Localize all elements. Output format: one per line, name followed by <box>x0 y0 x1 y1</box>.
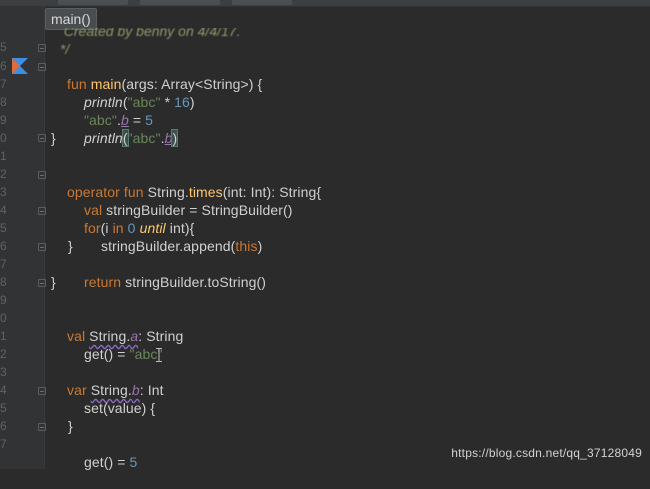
code-line[interactable]: } <box>68 237 73 255</box>
line-number: 0 <box>0 131 7 145</box>
code-line[interactable]: } <box>51 273 56 291</box>
line-number: 8 <box>0 95 7 109</box>
string-literal: "abc" <box>127 130 161 146</box>
line-number: 7 <box>0 437 7 451</box>
line-number: 1 <box>0 329 7 343</box>
line-number: 6 <box>0 239 7 253</box>
text-cursor-icon <box>155 348 163 362</box>
code-line[interactable]: println("abc".b) <box>68 111 179 165</box>
code-text: stringBuilder.append( <box>100 238 236 254</box>
function-call: println <box>83 130 123 146</box>
number-literal: 16 <box>174 94 190 110</box>
line-number: 2 <box>0 347 7 361</box>
fold-marker-icon[interactable] <box>38 44 46 52</box>
fold-marker-icon[interactable] <box>38 63 46 71</box>
gutter-separator <box>44 6 45 469</box>
fold-marker-icon[interactable] <box>38 279 46 287</box>
code-text: get() = <box>83 454 130 470</box>
number-literal: 5 <box>129 454 138 470</box>
line-number: 7 <box>0 257 7 271</box>
fold-marker-icon[interactable] <box>38 387 46 395</box>
line-number: 5 <box>0 40 7 54</box>
keyword: this <box>235 238 258 254</box>
line-number: 7 <box>0 77 7 91</box>
fold-marker-icon[interactable] <box>38 243 46 251</box>
line-number: 9 <box>0 113 7 127</box>
line-number: 5 <box>0 401 7 415</box>
code-editor[interactable]: fun main(args: Array<String>) { println(… <box>51 0 650 470</box>
line-number: 0 <box>0 311 7 325</box>
line-number: 5 <box>0 221 7 235</box>
line-number: 3 <box>0 365 7 379</box>
code-text: stringBuilder.toString() <box>125 274 267 290</box>
line-number: 2 <box>0 167 7 181</box>
line-number: 4 <box>0 203 7 217</box>
line-number: 6 <box>0 419 7 433</box>
code-line[interactable]: } <box>68 417 73 435</box>
line-number: 8 <box>0 275 7 289</box>
fold-marker-icon[interactable] <box>38 134 46 142</box>
code-text: ) <box>189 94 195 110</box>
kotlin-run-icon[interactable] <box>12 58 29 74</box>
code-line[interactable]: return stringBuilder.toString() <box>68 255 266 309</box>
code-text: * <box>160 94 175 110</box>
line-number: 1 <box>0 149 7 163</box>
matched-bracket: ) <box>171 129 179 147</box>
code-line[interactable]: } <box>51 129 56 147</box>
line-number: 4 <box>0 383 7 397</box>
fold-marker-icon[interactable] <box>38 423 46 431</box>
line-number: 6 <box>0 59 7 73</box>
code-line[interactable]: get() = 5 <box>68 435 137 489</box>
fold-marker-icon[interactable] <box>38 171 46 179</box>
line-number: 3 <box>0 185 7 199</box>
watermark-text: https://blog.csdn.net/qq_37128049 <box>451 446 642 460</box>
fold-marker-icon[interactable] <box>38 207 46 215</box>
code-line[interactable]: set(value) { <box>68 381 155 435</box>
keyword: return <box>83 274 126 290</box>
code-text: set(value) { <box>83 400 156 416</box>
line-number: 9 <box>0 293 7 307</box>
code-text: get() = <box>83 346 130 362</box>
code-text: ) <box>257 238 263 254</box>
